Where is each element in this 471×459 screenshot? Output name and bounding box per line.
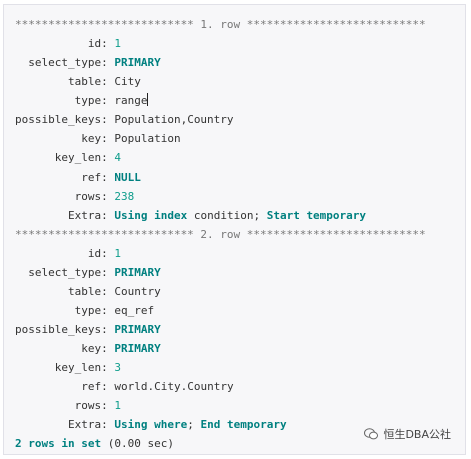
field-value: PRIMARY — [114, 342, 161, 356]
field-value: eq_ref — [114, 303, 155, 317]
field-value: Population,Country — [114, 113, 234, 127]
field-value: ; — [187, 418, 201, 432]
separator-text: *************************** 2. row *****… — [15, 227, 426, 241]
summary-text: (0.00 sec) — [101, 437, 174, 451]
field-line: rows: 1 — [74, 399, 121, 413]
field-key: key — [81, 132, 102, 146]
field-key: ref — [81, 170, 102, 184]
field-key: ref — [81, 380, 102, 394]
field-value: PRIMARY — [114, 56, 161, 70]
field-key: rows — [74, 189, 102, 203]
field-key: key_len — [54, 361, 102, 375]
field-key: key — [81, 342, 102, 356]
field-line: Extra: Using index condition; Start temp… — [67, 208, 367, 222]
field-value: 238 — [114, 189, 135, 203]
field-key: rows — [74, 399, 102, 413]
field-value: condition; — [187, 208, 267, 222]
field-line: type: eq_ref — [74, 303, 155, 317]
field-key: Extra — [67, 418, 102, 432]
field-value: Using where — [114, 418, 188, 432]
row-separator: *************************** 2. row *****… — [15, 225, 426, 244]
field-value: Population — [114, 132, 181, 146]
watermark-text: 恒生DBA公社 — [383, 428, 451, 441]
field-value: NULL — [114, 170, 141, 184]
field-key: table — [67, 75, 102, 89]
code-block: *************************** 1. row *****… — [3, 4, 466, 455]
field-key: select_type — [28, 265, 102, 279]
field-line: table: Country — [67, 284, 161, 298]
field-value: range — [114, 94, 148, 108]
field-line: type: range — [74, 93, 149, 108]
field-value: City — [114, 75, 141, 89]
field-value: Using index — [114, 208, 188, 222]
field-key: id — [87, 246, 102, 260]
field-key: possible_keys — [15, 323, 102, 336]
field-value: PRIMARY — [114, 323, 161, 336]
field-line: key_len: 4 — [54, 151, 121, 165]
field-line: id: 1 — [87, 246, 121, 260]
field-key: select_type — [28, 56, 102, 70]
watermark: 恒生DBA公社 — [364, 426, 451, 442]
field-line: key_len: 3 — [54, 361, 121, 375]
field-value: 1 — [114, 37, 121, 51]
field-line: possible_keys: PRIMARY — [15, 323, 161, 336]
explain-output: *************************** 1. row *****… — [15, 15, 426, 453]
field-value: Start temporary — [266, 208, 367, 222]
field-value: Country — [114, 284, 161, 298]
field-line: id: 1 — [87, 37, 121, 51]
summary-text: 2 rows in set — [15, 437, 102, 451]
field-line: possible_keys: Population,Country — [15, 113, 234, 127]
field-key: Extra — [67, 208, 102, 222]
field-line: key: Population — [81, 132, 181, 146]
wechat-icon — [364, 428, 379, 440]
field-line: table: City — [67, 75, 141, 89]
field-key: type — [74, 303, 102, 317]
field-key: type — [74, 94, 102, 108]
field-line: rows: 238 — [74, 189, 135, 203]
field-line: ref: world.City.Country — [81, 380, 234, 394]
field-line: select_type: PRIMARY — [28, 56, 161, 70]
field-line: select_type: PRIMARY — [28, 265, 161, 279]
field-value: PRIMARY — [114, 265, 161, 279]
separator-text: *************************** 1. row *****… — [15, 18, 426, 31]
row-separator: *************************** 1. row *****… — [15, 15, 426, 34]
field-value: 3 — [114, 361, 121, 375]
field-value: world.City.Country — [114, 380, 234, 394]
field-value: End temporary — [200, 418, 287, 432]
field-value: 1 — [114, 399, 121, 413]
field-line: key: PRIMARY — [81, 342, 161, 356]
field-line: ref: NULL — [81, 170, 141, 184]
field-key: possible_keys — [15, 113, 102, 127]
text-cursor — [147, 93, 149, 107]
field-value: 1 — [114, 246, 121, 260]
field-key: table — [67, 284, 102, 298]
field-key: key_len — [54, 151, 102, 165]
field-value: 4 — [114, 151, 121, 165]
field-key: id — [87, 37, 102, 51]
